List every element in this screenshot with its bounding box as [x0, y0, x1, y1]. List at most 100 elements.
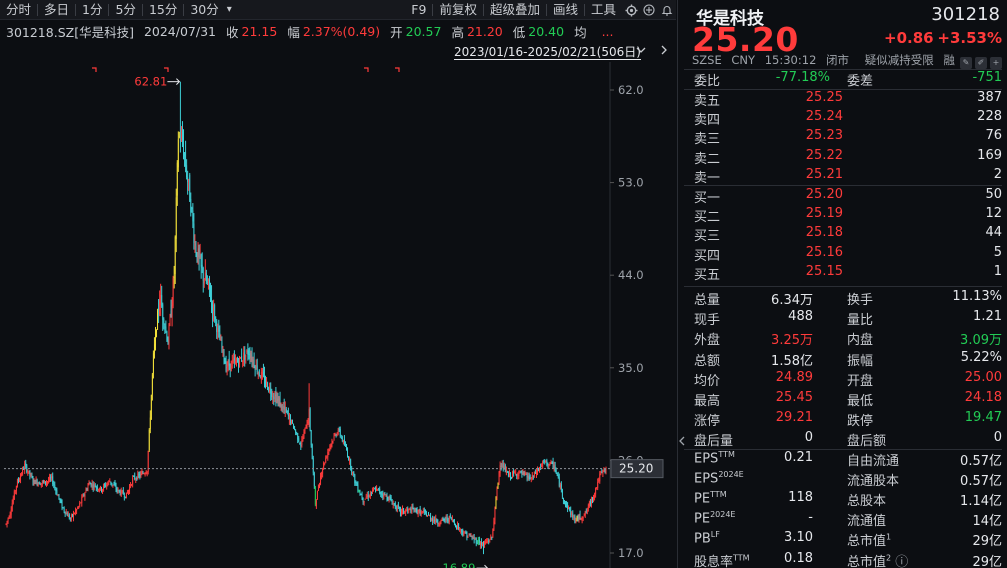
- tab-30min[interactable]: 30分: [184, 0, 224, 20]
- candle-body: [315, 500, 317, 506]
- ask-row: 卖五 25.25 387: [678, 90, 1007, 109]
- candle-body: [161, 295, 163, 307]
- candle-body: [365, 497, 367, 498]
- drawing-button[interactable]: 画线: [547, 0, 584, 20]
- candle-body: [418, 509, 420, 512]
- candle-body: [331, 440, 333, 445]
- candle-body: [366, 495, 368, 498]
- candle-body: [394, 502, 396, 508]
- candle-body: [297, 433, 299, 440]
- edit-icon[interactable]: ✎: [960, 57, 972, 69]
- tab-1min[interactable]: 1分: [76, 0, 108, 20]
- candle-body: [463, 534, 465, 536]
- candle-body: [264, 374, 265, 384]
- weibi-value: -77.18%: [775, 70, 830, 85]
- ask-row: 卖一 25.21 2: [678, 167, 1007, 186]
- candle-body: [591, 498, 592, 505]
- close-value: 21.15: [241, 23, 278, 39]
- candle-body: [514, 472, 516, 474]
- candle-body: [382, 494, 384, 497]
- adjust-button[interactable]: 前复权: [433, 0, 483, 20]
- candle-body: [448, 515, 450, 523]
- chevron-left-icon[interactable]: [678, 436, 686, 449]
- candle-body: [569, 507, 571, 511]
- kline-chart[interactable]: 62.053.044.035.026.017.025.2062.8116.89: [0, 62, 676, 568]
- y-tick-label: 53.0: [618, 176, 644, 190]
- candle-body: [447, 519, 449, 522]
- ask-level-label: 卖三: [694, 132, 721, 148]
- candle-body: [443, 518, 445, 520]
- candle-body: [194, 243, 196, 246]
- plus-icon[interactable]: [640, 0, 658, 20]
- candle-body: [38, 482, 40, 485]
- kline-svg[interactable]: 62.053.044.035.026.017.025.2062.8116.89: [0, 62, 676, 568]
- candle-body: [244, 349, 246, 360]
- candle-body: [301, 439, 303, 445]
- stat-label: 总量: [694, 293, 721, 308]
- chevron-right-icon[interactable]: [660, 45, 668, 58]
- candle-body: [517, 475, 519, 477]
- candle-body: [71, 514, 73, 517]
- candle-body: [199, 256, 201, 258]
- candle-body: [572, 513, 574, 518]
- fund-value: 29亿: [972, 534, 1002, 550]
- candle-body: [313, 473, 315, 487]
- tab-15min[interactable]: 15分: [143, 0, 183, 20]
- fund-label-text: 股息率: [694, 554, 734, 568]
- candle-body: [381, 493, 383, 495]
- candle-body: [459, 529, 461, 531]
- f9-button[interactable]: F9: [405, 0, 432, 20]
- stat-row: 总量 6.34万 换手 11.13%: [678, 289, 1007, 308]
- fund-label-text: PE: [694, 511, 711, 527]
- candle-body: [588, 502, 590, 506]
- pen-icon[interactable]: ✐: [975, 57, 987, 69]
- candle-body: [57, 495, 59, 497]
- candle-body: [303, 431, 305, 439]
- candle-body: [42, 480, 44, 483]
- candle-body: [169, 315, 171, 326]
- stat-label: 内盘: [847, 333, 874, 349]
- tab-intraday[interactable]: 分时: [0, 0, 37, 20]
- candle-body: [103, 485, 105, 490]
- bell-icon[interactable]: [658, 0, 676, 20]
- chevron-down-icon[interactable]: [636, 45, 646, 58]
- candle-body: [39, 483, 41, 485]
- period-more-dropdown[interactable]: ▾: [225, 0, 234, 20]
- tab-multi-day[interactable]: 多日: [38, 0, 75, 20]
- tab-5min[interactable]: 5分: [109, 0, 141, 20]
- candle-body: [534, 471, 536, 474]
- candle-body: [203, 280, 205, 284]
- candle-body: [28, 470, 30, 473]
- candle-body: [467, 536, 469, 538]
- candle-body: [162, 304, 164, 320]
- candle-body: [273, 396, 275, 400]
- candle-body: [160, 294, 162, 306]
- candle-body: [507, 473, 509, 476]
- candle-body: [111, 482, 113, 485]
- candle-body: [599, 473, 601, 482]
- tools-button[interactable]: 工具: [585, 0, 622, 20]
- candle-body: [249, 353, 251, 358]
- overlay-button[interactable]: 超级叠加: [484, 0, 546, 20]
- candle-body: [210, 292, 211, 301]
- candle-body: [429, 515, 430, 517]
- settings-icon[interactable]: [622, 0, 640, 20]
- date-range-selector[interactable]: 2023/01/16-2025/02/21(506日): [454, 45, 641, 60]
- candle-body: [322, 468, 324, 474]
- candle-body: [24, 464, 26, 471]
- add-icon[interactable]: +: [990, 57, 1002, 69]
- quote-meta: SZSE CNY 15:30:12 闭市 疑似减持受限 融: [692, 52, 961, 68]
- candle-body: [469, 535, 471, 537]
- candle-body: [157, 310, 159, 330]
- info-icon[interactable]: ⓘ: [891, 555, 908, 568]
- candle-body: [235, 361, 237, 363]
- candle-body: [141, 472, 143, 475]
- candle-body: [581, 517, 583, 520]
- candle-body: [406, 510, 408, 512]
- stat-row: 均价 24.89 开盘 25.00: [678, 370, 1007, 389]
- candle-body: [484, 543, 485, 545]
- fund-label: EPS2024E: [694, 470, 744, 486]
- candle-body: [441, 518, 443, 520]
- candle-body: [318, 488, 319, 490]
- candle-body: [593, 496, 594, 500]
